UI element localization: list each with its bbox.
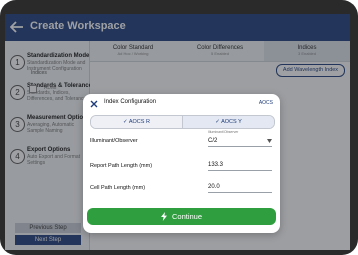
- cell-path-input[interactable]: 20.0: [208, 180, 272, 193]
- report-path-label: Report Path Length (mm): [90, 163, 153, 169]
- segment-aocs-y[interactable]: ✓ AOCS Y: [183, 116, 274, 128]
- illuminant-value: C/2: [208, 138, 218, 144]
- dialog-subtitle: AOCS: [258, 100, 273, 106]
- lightning-bolt-icon: [161, 212, 167, 221]
- index-segmented-control: ✓ AOCS R ✓ AOCS Y: [90, 115, 275, 129]
- close-icon[interactable]: [90, 100, 98, 108]
- continue-label: Continue: [172, 212, 203, 221]
- index-configuration-dialog: Index Configuration AOCS ✓ AOCS R ✓ AOCS…: [83, 94, 280, 233]
- dialog-title: Index Configuration: [104, 99, 157, 105]
- cell-path-value: 20.0: [208, 184, 220, 190]
- continue-button[interactable]: Continue: [87, 208, 276, 225]
- cell-path-label: Cell Path Length (mm): [90, 185, 146, 191]
- report-path-value: 133.3: [208, 162, 224, 168]
- segment-aocs-r[interactable]: ✓ AOCS R: [91, 116, 182, 128]
- chevron-down-icon: [267, 139, 272, 143]
- illuminant-caption: Illuminant/Observer: [208, 130, 239, 134]
- report-path-input[interactable]: 133.3: [208, 158, 272, 171]
- illuminant-label: Illuminant/Observer: [90, 138, 138, 144]
- illuminant-select[interactable]: Illuminant/Observer C/2: [208, 130, 272, 147]
